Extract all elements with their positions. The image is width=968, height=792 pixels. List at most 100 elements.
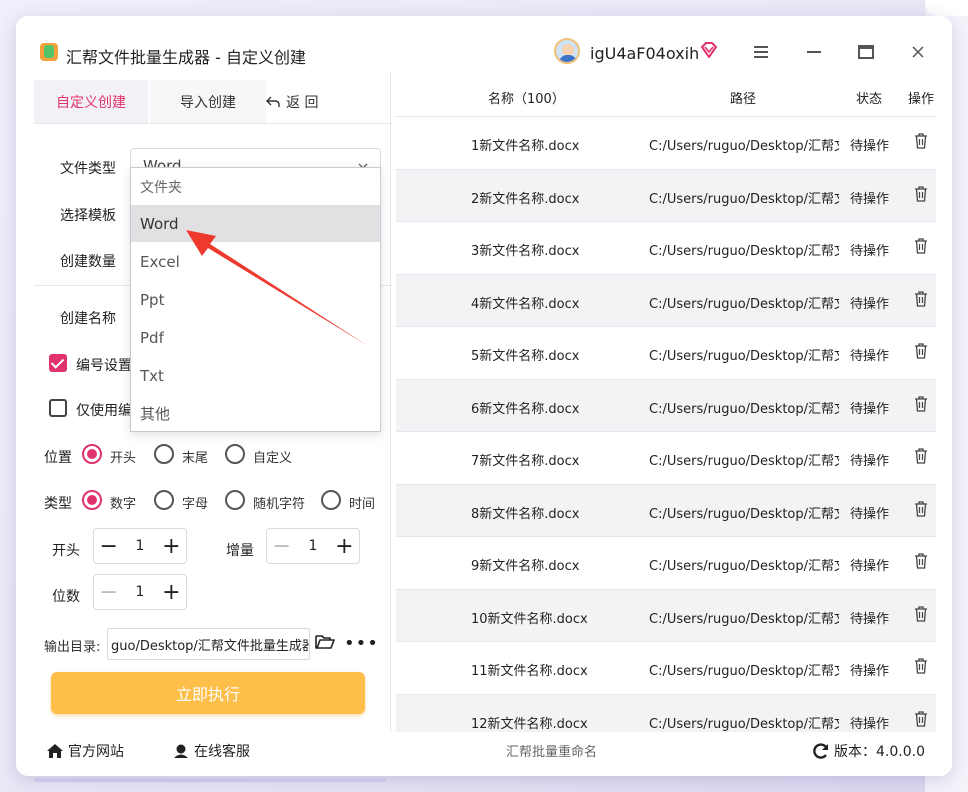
type-time-label: 时间 [349,497,376,512]
cell-status: 待操作 [850,559,890,574]
type-number-radio[interactable] [82,490,102,510]
column-header-action[interactable]: 操作 [908,88,934,107]
maximize-icon[interactable] [854,40,878,64]
table-row[interactable]: 1新文件名称.docx C:/Users/ruguo/Desktop/汇帮文 待操作 [396,116,936,168]
scroll-indicator[interactable] [34,778,386,782]
trash-icon[interactable] [914,448,928,464]
cell-name: 5新文件名称.docx [471,349,580,364]
dropdown-option-folder[interactable]: 文件夹 [131,168,380,205]
refresh-icon [813,743,829,759]
column-header-name[interactable]: 名称（100） [488,88,565,107]
tab-import-create[interactable]: 导入创建 [150,80,266,123]
column-header-path[interactable]: 路径 [730,88,756,107]
support-link[interactable]: 在线客服 [172,741,250,761]
digits-label: 位数 [52,589,80,605]
trash-icon[interactable] [914,395,928,412]
folder-open-icon[interactable] [315,633,335,651]
output-dir-input[interactable]: guo/Desktop/汇帮文件批量生成器 [107,628,310,660]
cell-path: C:/Users/ruguo/Desktop/汇帮文 [649,244,839,259]
cell-name: 10新文件名称.docx [471,611,588,627]
type-time-radio[interactable] [321,490,341,510]
table-row[interactable]: 12新文件名称.docx C:/Users/ruguo/Desktop/汇帮文 待操… [396,693,936,732]
type-letter-label: 字母 [182,497,209,512]
digits-decrement-button[interactable]: − [94,575,123,609]
cell-name: 6新文件名称.docx [471,401,580,417]
footer-bar: 官方网站 在线客服 汇帮批量重命名 版本：4.0.0.0 [34,732,936,768]
website-link[interactable]: 官方网站 [46,741,124,761]
table-row[interactable]: 2新文件名称.docx C:/Users/ruguo/Desktop/汇帮文 待操作 [396,168,936,221]
type-letter-radio[interactable] [154,490,174,510]
more-icon[interactable]: ••• [344,633,379,654]
tab-custom-create[interactable]: 自定义创建 [34,80,148,123]
footer-center-text: 汇帮批量重命名 [506,745,598,760]
minimize-icon[interactable] [802,40,826,64]
column-header-status[interactable]: 状态 [856,88,882,107]
table-row[interactable]: 7新文件名称.docx C:/Users/ruguo/Desktop/汇帮文 待操作 [396,431,936,483]
type-random-radio[interactable] [225,490,245,510]
trash-icon[interactable] [914,553,928,569]
back-button[interactable]: 返 回 [266,80,318,123]
table-row[interactable]: 3新文件名称.docx C:/Users/ruguo/Desktop/汇帮文 待操作 [396,221,936,273]
increment-value[interactable]: 1 [296,538,329,554]
position-end-radio[interactable] [154,444,174,464]
table-row[interactable]: 10新文件名称.docx C:/Users/ruguo/Desktop/汇帮文 待操… [396,588,936,641]
trash-icon[interactable] [914,500,928,517]
trash-icon[interactable] [914,710,928,727]
table-row[interactable]: 9新文件名称.docx C:/Users/ruguo/Desktop/汇帮文 待操作 [396,536,936,588]
template-label: 选择模板 [60,208,116,224]
version-label: 版本：4.0.0.0 [834,744,925,760]
table-row[interactable]: 4新文件名称.docx C:/Users/ruguo/Desktop/汇帮文 待操作 [396,273,936,326]
start-stepper: − 1 + [93,528,187,564]
cell-name: 12新文件名称.docx [471,716,588,732]
increment-label: 增量 [226,543,254,559]
position-custom-radio[interactable] [225,444,245,464]
trash-icon[interactable] [914,133,928,149]
position-custom-label: 自定义 [253,451,293,466]
trash-icon[interactable] [914,290,928,307]
background-sheet-top [925,0,968,16]
only-numbering-label: 仅使用编 [76,403,132,419]
position-label: 位置 [44,450,72,466]
table-row[interactable]: 5新文件名称.docx C:/Users/ruguo/Desktop/汇帮文 待操作 [396,326,936,378]
only-numbering-checkbox[interactable] [49,399,67,417]
numbering-checkbox[interactable] [49,354,67,372]
cell-path: C:/Users/ruguo/Desktop/汇帮文 [649,506,839,522]
trash-icon[interactable] [914,185,928,202]
dropdown-option-other[interactable]: 其他 [131,395,380,432]
cell-path: C:/Users/ruguo/Desktop/汇帮文 [649,401,839,417]
user-avatar[interactable] [554,38,580,64]
username[interactable]: igU4aF04oxih [590,44,699,63]
dropdown-option-txt[interactable]: Txt [131,357,380,394]
start-value[interactable]: 1 [123,538,156,554]
window-title: 汇帮文件批量生成器 - 自定义创建 [66,48,306,67]
trash-icon[interactable] [914,658,928,674]
digits-value[interactable]: 1 [123,584,156,600]
position-start-label: 开头 [110,451,137,466]
table-row[interactable]: 8新文件名称.docx C:/Users/ruguo/Desktop/汇帮文 待操作 [396,483,936,536]
output-dir-label: 输出目录: [44,640,101,655]
website-label: 官方网站 [68,744,124,760]
table-row[interactable]: 11新文件名称.docx C:/Users/ruguo/Desktop/汇帮文 待操… [396,641,936,693]
start-increment-button[interactable]: + [157,529,186,563]
vip-diamond-icon[interactable] [700,42,718,58]
version-info[interactable]: 版本：4.0.0.0 [812,741,925,761]
increment-increment-button[interactable]: + [330,529,359,563]
increment-decrement-button[interactable]: − [267,529,296,563]
start-decrement-button[interactable]: − [94,529,123,563]
menu-icon[interactable] [749,40,773,64]
trash-icon[interactable] [914,605,928,622]
cell-path: C:/Users/ruguo/Desktop/汇帮文 [649,559,839,574]
trash-icon[interactable] [914,238,928,254]
table-row[interactable]: 6新文件名称.docx C:/Users/ruguo/Desktop/汇帮文 待操作 [396,378,936,431]
mode-tabs: 自定义创建 导入创建 返 回 [34,80,392,124]
type-random-label: 随机字符 [253,497,306,512]
trash-icon[interactable] [914,343,928,359]
cell-status: 待操作 [850,401,890,417]
run-button[interactable]: 立即执行 [51,672,365,714]
close-icon[interactable] [906,40,930,64]
position-start-radio[interactable] [82,444,102,464]
digits-increment-button[interactable]: + [157,575,186,609]
cell-name: 9新文件名称.docx [471,559,580,574]
start-label: 开头 [52,543,80,559]
cell-name: 3新文件名称.docx [471,244,580,259]
